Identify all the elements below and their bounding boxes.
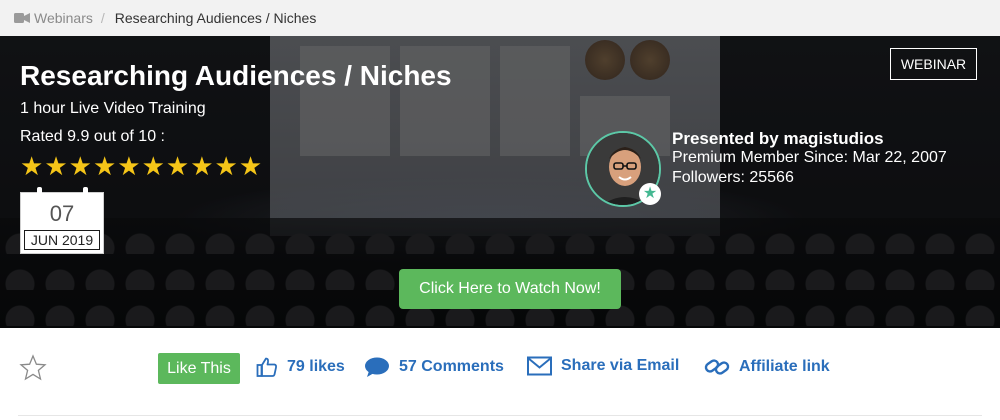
comments-link[interactable]: 57 Comments (364, 356, 504, 378)
rating-star-icon: ★ (44, 151, 68, 181)
star-outline-icon[interactable] (19, 354, 47, 382)
calendar-ring (37, 187, 42, 198)
webinar-date-calendar: 07 JUN 2019 (20, 187, 104, 254)
share-email-link[interactable]: Share via Email (527, 356, 679, 376)
calendar-ring (83, 187, 88, 198)
rating-star-icon: ★ (214, 151, 238, 181)
video-camera-icon (14, 13, 30, 23)
presenter-followers: Followers: 25566 (672, 169, 794, 186)
affiliate-label: Affiliate link (739, 358, 830, 375)
presenter-member-since: Premium Member Since: Mar 22, 2007 (672, 149, 947, 166)
likes-count-link[interactable]: 79 likes (256, 356, 345, 378)
calendar-day: 07 (49, 201, 75, 226)
envelope-icon (527, 356, 552, 376)
affiliate-link[interactable]: Affiliate link (704, 356, 830, 378)
webinar-subtitle: 1 hour Live Video Training (20, 100, 206, 117)
likes-count-label: 79 likes (287, 358, 345, 375)
breadcrumb-separator: / (100, 10, 105, 26)
webinar-rating-text: Rated 9.9 out of 10 : (20, 128, 165, 145)
presenter-name[interactable]: Presented by magistudios (672, 129, 884, 149)
webinar-hero: Researching Audiences / Niches 1 hour Li… (0, 36, 1000, 328)
star-badge-icon: ★ (639, 183, 661, 205)
calendar-month-year: JUN 2019 (24, 230, 100, 250)
comment-bubble-icon (365, 357, 389, 377)
breadcrumb-current: Researching Audiences / Niches (114, 10, 317, 26)
rating-star-icon: ★ (20, 151, 44, 181)
rating-stars: ★ ★ ★ ★ ★ ★ ★ ★ ★ ★ (20, 153, 262, 179)
rating-star-icon: ★ (238, 151, 263, 181)
thumbs-up-icon (256, 357, 277, 377)
share-email-label: Share via Email (561, 357, 680, 374)
rating-star-icon: ★ (165, 151, 190, 181)
rating-star-icon: ★ (68, 151, 92, 181)
rating-star-icon: ★ (92, 151, 117, 181)
action-bar: Like This 79 likes 57 Comments Share via… (0, 328, 1000, 420)
link-icon (704, 359, 730, 375)
breadcrumb-webinars-link[interactable]: Webinars (14, 10, 93, 26)
comments-count-label: 57 Comments (399, 358, 504, 375)
rating-star-icon: ★ (117, 151, 141, 181)
rating-star-icon: ★ (141, 151, 165, 181)
webinar-tag: WEBINAR (890, 48, 977, 80)
like-button[interactable]: Like This (158, 353, 240, 384)
breadcrumb: Webinars / Researching Audiences / Niche… (0, 0, 1000, 36)
breadcrumb-parent-label: Webinars (34, 10, 93, 26)
webinar-title: Researching Audiences / Niches (20, 60, 452, 91)
watch-now-button[interactable]: Click Here to Watch Now! (399, 269, 621, 309)
rating-star-icon: ★ (190, 151, 214, 181)
divider (18, 415, 982, 416)
